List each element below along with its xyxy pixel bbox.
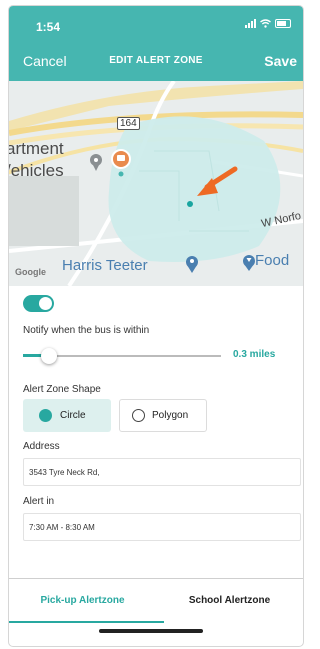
tab-school-alertzone[interactable]: School Alertzone [156, 579, 303, 624]
distance-slider[interactable] [23, 348, 221, 364]
notify-label: Notify when the bus is within [23, 325, 150, 336]
distance-value: 0.3 miles [233, 349, 276, 360]
save-button[interactable]: Save [264, 53, 297, 69]
notify-toggle[interactable] [23, 295, 54, 312]
map-label-food: Food [255, 252, 290, 269]
status-icons [245, 19, 291, 28]
bus-location-dot [187, 201, 193, 207]
tab-bar: Pick-up Alertzone School Alertzone [9, 578, 303, 624]
address-field[interactable]: 3543 Tyre Neck Rd, [23, 458, 301, 486]
header-bar: 1:54 Cancel EDIT ALERT ZONE Save [9, 6, 303, 81]
signal-icon [245, 19, 256, 28]
shape-option-polygon[interactable]: Polygon [119, 399, 207, 432]
wifi-icon [260, 19, 271, 28]
address-label: Address [23, 441, 60, 452]
alert-in-field[interactable]: 7:30 AM - 8:30 AM [23, 513, 301, 541]
active-tab-indicator [9, 621, 164, 623]
battery-icon [275, 19, 291, 28]
status-time: 1:54 [36, 20, 61, 34]
shape-option-label: Polygon [152, 410, 189, 421]
home-indicator[interactable] [99, 629, 203, 633]
alert-zone-circle [108, 116, 281, 262]
tab-pickup-alertzone[interactable]: Pick-up Alertzone [9, 579, 156, 624]
shape-label: Alert Zone Shape [23, 384, 101, 395]
shape-option-label: Circle [60, 410, 86, 421]
alert-in-label: Alert in [23, 496, 55, 507]
map-label-vehicles: /ehicles [9, 161, 64, 180]
shape-option-circle[interactable]: Circle [23, 399, 111, 432]
phone-screen: 1:54 Cancel EDIT ALERT ZONE Save artment… [9, 6, 303, 646]
radio-unselected-icon [132, 409, 145, 422]
map-label-harris-teeter: Harris Teeter [62, 257, 148, 274]
alert-zone-form: Notify when the bus is within 0.3 miles … [9, 286, 303, 578]
slider-handle[interactable] [41, 348, 57, 364]
page-title: EDIT ALERT ZONE [109, 55, 203, 66]
map-view[interactable]: artment /ehicles 164 W Norfo Google Harr… [9, 81, 303, 286]
route-shield: 164 [117, 117, 140, 130]
radio-selected-icon [39, 409, 52, 422]
google-logo: Google [15, 267, 46, 277]
map-label-apartment: artment [9, 139, 64, 158]
